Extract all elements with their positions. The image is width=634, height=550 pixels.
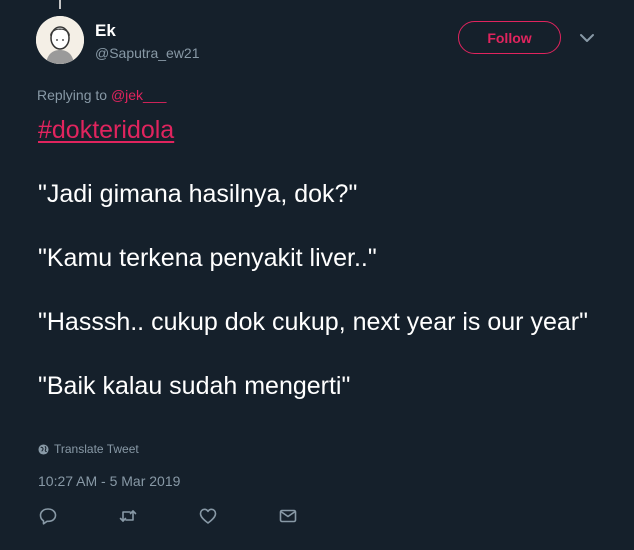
envelope-icon[interactable] — [278, 506, 298, 526]
replying-to-mention[interactable]: @jek___ — [111, 87, 166, 103]
user-handle[interactable]: @Saputra_ew21 — [95, 45, 200, 61]
follow-button[interactable]: Follow — [458, 21, 561, 54]
replying-to: Replying to @jek___ — [37, 87, 166, 103]
replying-to-label: Replying to — [37, 87, 108, 103]
tweet-actions — [38, 506, 338, 526]
avatar[interactable] — [36, 16, 84, 64]
hashtag-link[interactable]: #dokteridola — [38, 116, 174, 144]
tweet-line: "Kamu terkena penyakit liver.." — [38, 244, 377, 272]
reply-icon[interactable] — [38, 506, 58, 526]
thread-connector-line — [59, 0, 61, 9]
globe-icon — [38, 443, 49, 455]
retweet-icon[interactable] — [118, 506, 138, 526]
tweet-line: "Baik kalau sudah mengerti" — [38, 372, 351, 400]
tweet-line: "Hasssh.. cukup dok cukup, next year is … — [38, 308, 588, 336]
tweet-text: #dokteridola "Jadi gimana hasilnya, dok?… — [38, 114, 598, 402]
tweet-header: Ek @Saputra_ew21 Follow — [36, 16, 606, 68]
heart-icon[interactable] — [198, 506, 218, 526]
translate-tweet-link[interactable]: Translate Tweet — [38, 442, 139, 456]
tweet-timestamp[interactable]: 10:27 AM - 5 Mar 2019 — [38, 473, 180, 489]
translate-tweet-label[interactable]: Translate Tweet — [54, 442, 139, 456]
tweet-line: "Jadi gimana hasilnya, dok?" — [38, 180, 358, 208]
avatar-illustration — [36, 16, 84, 64]
display-name[interactable]: Ek — [95, 21, 116, 41]
chevron-down-icon[interactable] — [578, 32, 596, 44]
